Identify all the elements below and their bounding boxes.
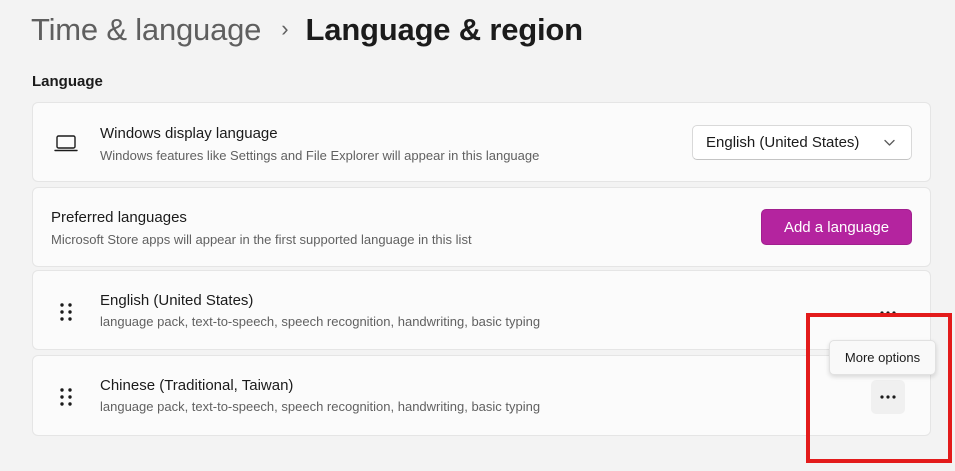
- preferred-languages-card: Preferred languages Microsoft Store apps…: [32, 187, 931, 267]
- language-item: English (United States) language pack, t…: [32, 270, 931, 350]
- section-heading-language: Language: [32, 73, 103, 90]
- preferred-languages-subtitle: Microsoft Store apps will appear in the …: [51, 232, 472, 247]
- preferred-languages-title: Preferred languages: [51, 209, 187, 226]
- more-options-button[interactable]: [871, 296, 905, 330]
- breadcrumb: Time & language › Language & region: [31, 8, 583, 52]
- display-language-title: Windows display language: [100, 125, 278, 142]
- breadcrumb-separator: ›: [281, 16, 289, 41]
- more-icon: [880, 395, 896, 399]
- display-language-selected: English (United States): [706, 134, 860, 151]
- page-title: Language & region: [305, 12, 584, 47]
- add-language-button[interactable]: Add a language: [761, 209, 912, 245]
- display-language-card: Windows display language Windows feature…: [32, 102, 931, 182]
- drag-handle-icon[interactable]: [58, 387, 74, 407]
- chevron-down-icon: [884, 139, 895, 146]
- language-name: English (United States): [100, 292, 254, 309]
- more-options-tooltip: More options: [829, 340, 936, 375]
- more-icon: [880, 311, 896, 315]
- language-name: Chinese (Traditional, Taiwan): [100, 377, 294, 394]
- language-item: Chinese (Traditional, Taiwan) language p…: [32, 355, 931, 436]
- settings-page: Time & language › Language & region Lang…: [0, 0, 955, 471]
- laptop-icon: [54, 135, 78, 152]
- breadcrumb-parent-link[interactable]: Time & language: [31, 12, 261, 48]
- language-features: language pack, text-to-speech, speech re…: [100, 314, 541, 329]
- display-language-dropdown[interactable]: English (United States): [692, 125, 912, 160]
- display-language-subtitle: Windows features like Settings and File …: [100, 148, 540, 163]
- language-features: language pack, text-to-speech, speech re…: [100, 399, 541, 414]
- more-options-button[interactable]: [871, 380, 905, 414]
- drag-handle-icon[interactable]: [58, 302, 74, 322]
